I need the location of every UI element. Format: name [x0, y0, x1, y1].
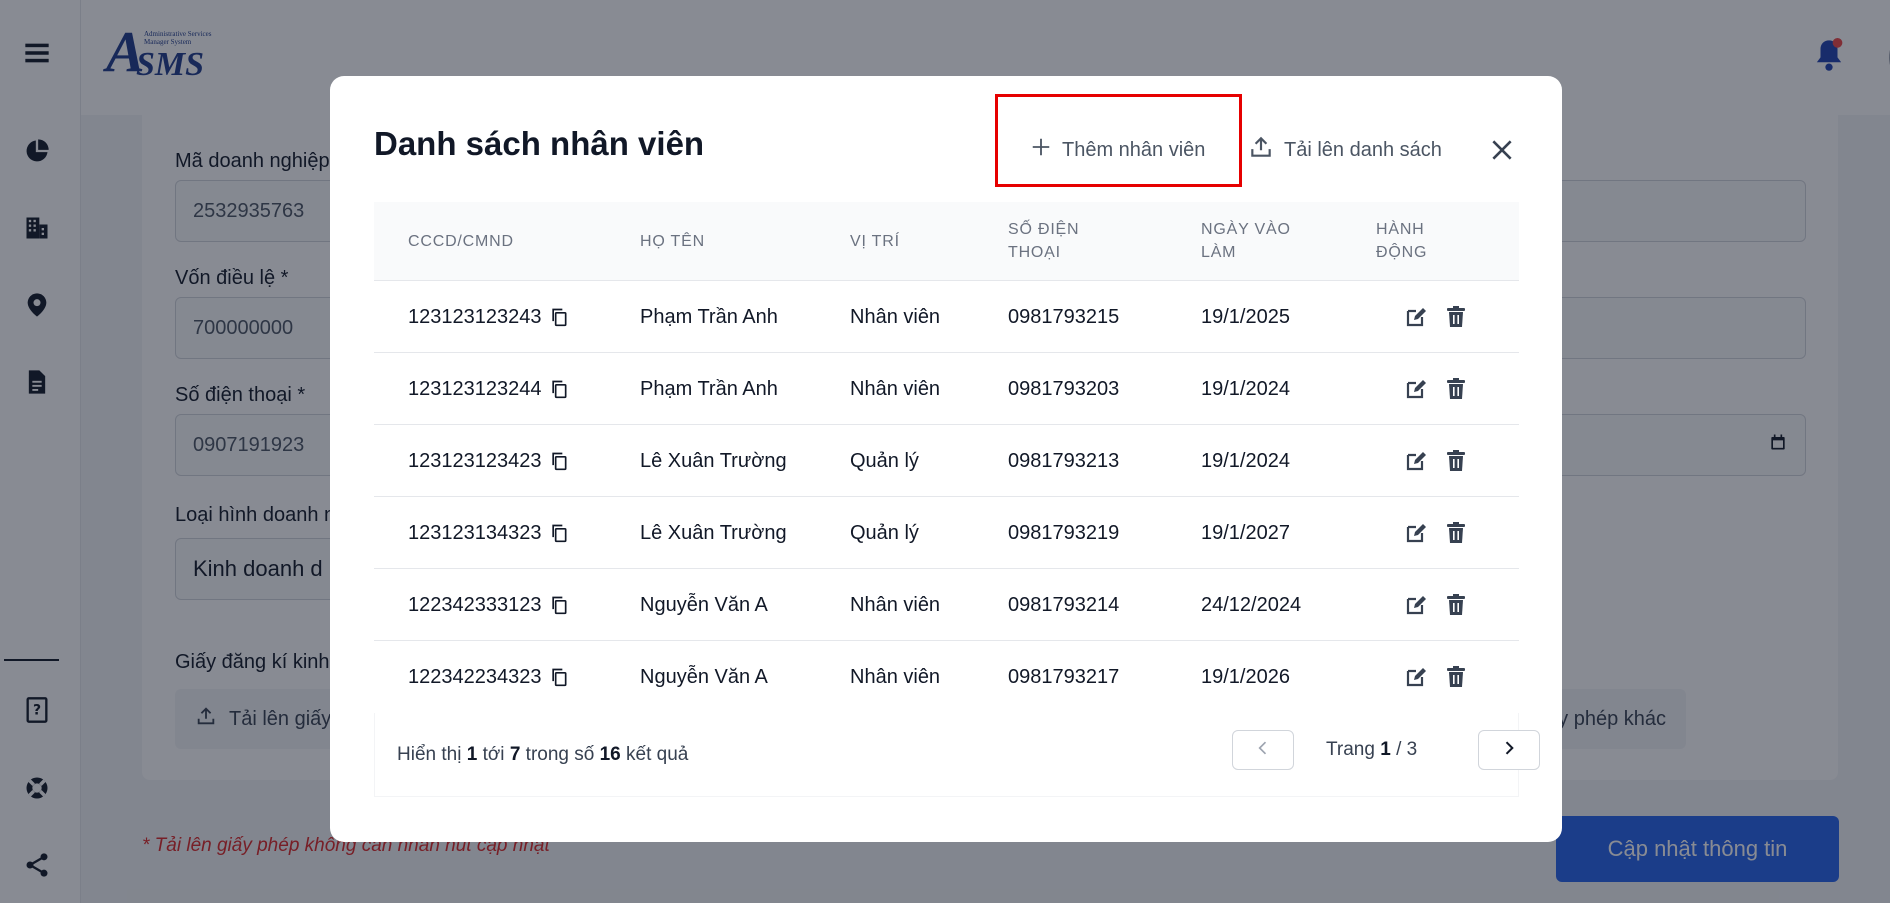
employee-start-date: 19/1/2024 [1201, 377, 1290, 400]
employee-id: 123123123244 [408, 377, 542, 400]
employee-id: 122342333123 [408, 593, 542, 616]
trash-icon[interactable] [1444, 593, 1468, 617]
employee-phone: 0981793203 [1008, 377, 1120, 400]
table-row: 123123123244 Phạm Trần Anh Nhân viên 098179… [374, 353, 1519, 425]
employee-list-modal: Danh sách nhân viên Thêm nhân viên Tải l… [330, 76, 1562, 842]
table-row: 122342333123 Nguyễn Văn A Nhân viên 0981793… [374, 569, 1519, 641]
close-icon[interactable] [1482, 130, 1522, 170]
column-header-id: CCCD/CMND [408, 233, 514, 250]
copy-icon[interactable] [549, 378, 569, 400]
employee-name: Nguyễn Văn A [640, 665, 768, 688]
next-page-button[interactable] [1478, 730, 1540, 770]
cell-id: 123123123244 [408, 353, 569, 425]
pagination-footer: Hiển thị 1 tới 7 trong số 16 kết quả Tra… [374, 713, 1540, 797]
edit-icon[interactable] [1404, 521, 1428, 545]
upload-icon [1248, 134, 1274, 166]
chevron-left-icon [1253, 738, 1273, 763]
employee-id: 123123123243 [408, 305, 542, 328]
employee-phone: 0981793215 [1008, 305, 1120, 328]
table-row: 122342234323 Nguyễn Văn A Nhân viên 0981793… [374, 641, 1519, 712]
results-summary: Hiển thị 1 tới 7 trong số 16 kết quả [397, 744, 689, 765]
column-header-actions: HÀNH ĐỘNG [1376, 221, 1428, 261]
edit-icon[interactable] [1404, 665, 1428, 689]
table-header: CCCD/CMND HỌ TÊN VỊ TRÍ SỐ ĐIỆN THOẠI NGÀ… [374, 202, 1519, 281]
modal-title: Danh sách nhân viên [374, 125, 705, 162]
copy-icon[interactable] [549, 306, 569, 328]
table-row: 123123123423 Lê Xuân Trường Quản lý 0981793… [374, 425, 1519, 497]
trash-icon[interactable] [1444, 449, 1468, 473]
trash-icon[interactable] [1444, 665, 1468, 689]
employee-id: 123123123423 [408, 449, 542, 472]
table-row: 123123134323 Lê Xuân Trường Quản lý 0981793… [374, 497, 1519, 569]
column-header-position: VỊ TRÍ [850, 233, 900, 250]
employee-id: 122342234323 [408, 665, 542, 688]
employee-name: Lê Xuân Trường [640, 521, 787, 544]
column-header-phone: SỐ ĐIỆN THOẠI [1008, 221, 1080, 261]
trash-icon[interactable] [1444, 521, 1468, 545]
previous-page-button[interactable] [1232, 730, 1294, 770]
employee-phone: 0981793217 [1008, 665, 1120, 688]
copy-icon[interactable] [549, 522, 569, 544]
plus-icon [1030, 136, 1052, 164]
employee-position: Quản lý [850, 449, 919, 472]
employee-phone: 0981793213 [1008, 449, 1120, 472]
upload-list-button[interactable]: Tải lên danh sách [1248, 130, 1442, 170]
trash-icon[interactable] [1444, 377, 1468, 401]
add-employee-label: Thêm nhân viên [1062, 138, 1206, 161]
employee-name: Phạm Trần Anh [640, 377, 778, 400]
copy-icon[interactable] [549, 666, 569, 688]
employee-start-date: 24/12/2024 [1201, 593, 1302, 616]
edit-icon[interactable] [1404, 449, 1428, 473]
column-header-start-date: NGÀY VÀO LÀM [1201, 221, 1291, 261]
chevron-right-icon [1499, 738, 1519, 763]
employee-name: Nguyễn Văn A [640, 593, 768, 616]
employee-phone: 0981793214 [1008, 593, 1120, 616]
column-header-name: HỌ TÊN [640, 233, 705, 250]
cell-id: 123123123423 [408, 425, 569, 497]
trash-icon[interactable] [1444, 305, 1468, 329]
employee-position: Quản lý [850, 521, 919, 544]
table-row: 123123123243 Phạm Trần Anh Nhân viên 098179… [374, 281, 1519, 353]
cell-id: 123123123243 [408, 281, 569, 353]
cell-id: 122342234323 [408, 641, 569, 712]
employee-name: Phạm Trần Anh [640, 305, 778, 328]
copy-icon[interactable] [549, 450, 569, 472]
employee-start-date: 19/1/2025 [1201, 305, 1290, 328]
employee-start-date: 19/1/2027 [1201, 521, 1290, 544]
employee-phone: 0981793219 [1008, 521, 1120, 544]
cell-id: 122342333123 [408, 569, 569, 641]
employee-position: Nhân viên [850, 665, 941, 688]
employee-table: CCCD/CMND HỌ TÊN VỊ TRÍ SỐ ĐIỆN THOẠI NGÀ… [374, 202, 1519, 712]
employee-start-date: 19/1/2024 [1201, 449, 1290, 472]
upload-list-label: Tải lên danh sách [1284, 138, 1442, 161]
employee-position: Nhân viên [850, 305, 941, 328]
employee-id: 123123134323 [408, 521, 542, 544]
page-indicator: Trang 1 / 3 [1326, 739, 1418, 760]
employee-position: Nhân viên [850, 593, 941, 616]
edit-icon[interactable] [1404, 377, 1428, 401]
cell-id: 123123134323 [408, 497, 569, 569]
employee-position: Nhân viên [850, 377, 941, 400]
employee-name: Lê Xuân Trường [640, 449, 787, 472]
edit-icon[interactable] [1404, 593, 1428, 617]
copy-icon[interactable] [549, 594, 569, 616]
add-employee-button[interactable]: Thêm nhân viên [1030, 130, 1205, 170]
employee-start-date: 19/1/2026 [1201, 665, 1290, 688]
edit-icon[interactable] [1404, 305, 1428, 329]
